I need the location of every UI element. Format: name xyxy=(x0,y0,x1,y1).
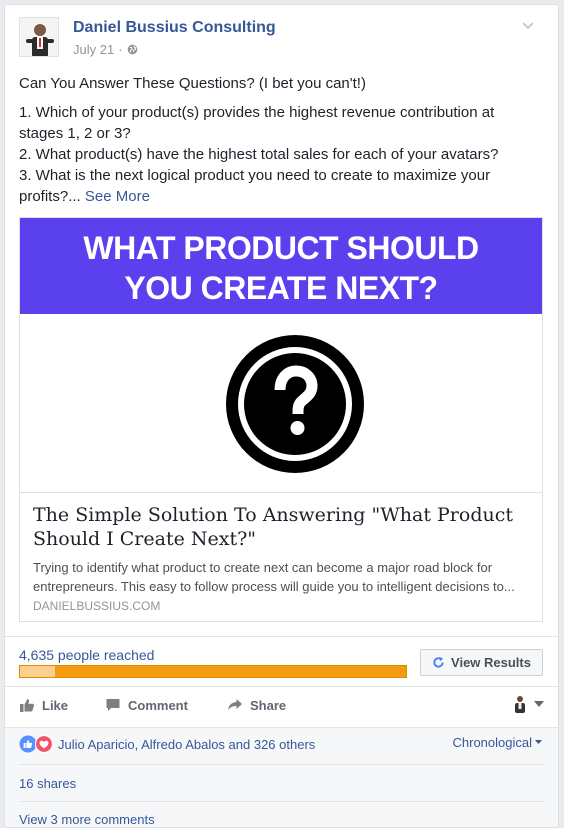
banner-line-2: YOU CREATE NEXT? xyxy=(124,270,438,306)
comment-button[interactable]: Comment xyxy=(105,693,188,717)
reach-bar xyxy=(19,665,407,678)
post-intro: Can You Answer These Questions? (I bet y… xyxy=(19,75,366,92)
caret-down-icon xyxy=(534,700,544,707)
post-date[interactable]: July 21 xyxy=(73,42,114,57)
comment-sort-dropdown[interactable]: Chronological xyxy=(452,735,542,750)
divider xyxy=(5,727,558,728)
page-avatar[interactable] xyxy=(19,17,59,57)
view-results-button[interactable]: View Results xyxy=(420,649,543,676)
link-title[interactable]: The Simple Solution To Answering "What P… xyxy=(33,503,533,551)
post-question-2: 2. What product(s) have the highest tota… xyxy=(19,146,499,163)
link-image xyxy=(20,314,542,493)
action-bar: Like Comment Share xyxy=(19,693,544,717)
share-button[interactable]: Share xyxy=(227,693,286,717)
link-preview[interactable]: WHAT PRODUCT SHOULD YOU CREATE NEXT? The… xyxy=(19,217,543,622)
share-label: Share xyxy=(250,697,287,713)
reach-count[interactable]: 4,635 people reached xyxy=(19,647,154,663)
divider xyxy=(5,636,558,637)
divider xyxy=(19,801,544,802)
sort-label: Chronological xyxy=(452,735,533,750)
divider xyxy=(5,686,558,687)
actor-selector[interactable] xyxy=(512,695,544,713)
see-more-link[interactable]: See More xyxy=(85,188,150,205)
meta-separator: · xyxy=(118,42,123,57)
post-meta: July 21 · xyxy=(73,42,138,57)
post-question-1: 1. Which of your product(s) provides the… xyxy=(19,104,495,142)
like-label: Like xyxy=(42,697,69,713)
question-mark-icon xyxy=(226,335,364,473)
share-arrow-icon xyxy=(228,699,242,711)
reactions-summary[interactable]: Julio Aparicio, Alfredo Abalos and 326 o… xyxy=(19,735,315,753)
speech-bubble-icon xyxy=(106,699,120,711)
post-card: Daniel Bussius Consulting July 21 · Can … xyxy=(4,4,559,828)
link-domain: DANIELBUSSIUS.COM xyxy=(33,599,161,613)
comment-label: Comment xyxy=(128,697,188,713)
divider xyxy=(19,764,544,765)
reach-bar-organic-fill xyxy=(20,666,55,677)
reaction-icons xyxy=(19,735,53,753)
post-header: Daniel Bussius Consulting July 21 · xyxy=(19,17,539,61)
link-description: Trying to identify what product to creat… xyxy=(33,560,515,594)
post-question-3-wrap: 3. What is the next logical product you … xyxy=(19,165,539,207)
thumbs-up-icon xyxy=(20,699,34,712)
post-text: Can You Answer These Questions? (I bet y… xyxy=(19,73,539,207)
banner-line-1: WHAT PRODUCT SHOULD xyxy=(83,230,479,266)
page-name-link[interactable]: Daniel Bussius Consulting xyxy=(73,19,276,37)
caret-down-icon xyxy=(535,740,542,744)
view-results-label: View Results xyxy=(451,655,531,670)
like-button[interactable]: Like xyxy=(19,693,68,717)
globe-icon[interactable] xyxy=(127,44,138,55)
love-reaction-icon xyxy=(34,735,53,753)
avatar-icon xyxy=(515,696,525,713)
like-reaction-icon xyxy=(19,735,37,753)
view-more-comments-link[interactable]: View 3 more comments xyxy=(19,812,155,827)
link-banner: WHAT PRODUCT SHOULD YOU CREATE NEXT? xyxy=(20,218,542,314)
refresh-icon xyxy=(433,656,444,668)
reactions-text: Julio Aparicio, Alfredo Abalos and 326 o… xyxy=(58,736,316,752)
shares-count[interactable]: 16 shares xyxy=(19,776,76,791)
chevron-down-icon[interactable] xyxy=(521,21,535,31)
person-avatar-icon xyxy=(20,18,58,56)
